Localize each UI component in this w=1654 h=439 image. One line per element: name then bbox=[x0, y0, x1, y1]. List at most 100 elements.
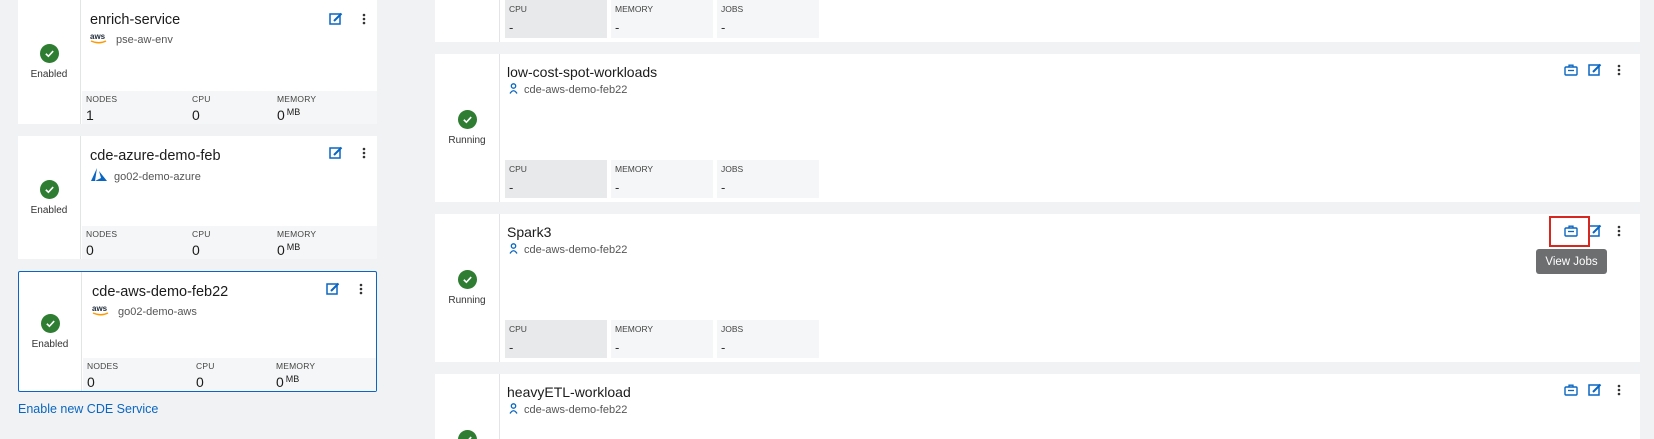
metric-label: MEMORY bbox=[276, 361, 316, 371]
metric-label: MEMORY bbox=[615, 4, 654, 14]
metric-value: - bbox=[721, 20, 726, 35]
environment-name: go02-demo-azure bbox=[114, 170, 201, 183]
metric-value: 1 bbox=[86, 107, 94, 123]
service-environment: aws pse-aw-env bbox=[90, 32, 173, 47]
metric-memory: MEMORY 0 MB bbox=[272, 358, 372, 391]
status-label: Enabled bbox=[31, 338, 69, 350]
svg-text:aws: aws bbox=[92, 304, 108, 313]
more-options-icon[interactable] bbox=[356, 145, 372, 161]
service-name: cde-aws-demo-feb22 bbox=[524, 404, 628, 416]
environment-name: go02-demo-aws bbox=[118, 305, 197, 318]
edit-icon[interactable] bbox=[328, 11, 344, 27]
virtual-cluster-card-heavyetl-workload[interactable]: heavyETL-workload cde-aws-demo-feb22 bbox=[435, 374, 1640, 439]
more-options-icon[interactable] bbox=[1611, 223, 1627, 239]
aws-icon: aws bbox=[92, 304, 112, 319]
check-circle-icon bbox=[39, 179, 59, 199]
virtual-cluster-card-spark3[interactable]: Running Spark3 cde-aws-demo-feb22 CPU - … bbox=[435, 214, 1640, 362]
service-card-cde-azure-demo-feb[interactable]: Enabled cde-azure-demo-feb go02-demo-azu… bbox=[18, 136, 377, 259]
azure-icon bbox=[90, 168, 108, 185]
metric-nodes: NODES 1 bbox=[82, 91, 188, 124]
metric-cpu: CPU - bbox=[505, 320, 607, 358]
more-options-icon[interactable] bbox=[353, 281, 369, 297]
service-card-enrich-service[interactable]: Enabled enrich-service aws pse-aw-env NO… bbox=[18, 0, 377, 124]
memory-unit: MB bbox=[285, 374, 300, 384]
metric-label: JOBS bbox=[721, 164, 744, 174]
metric-value: 0 MB bbox=[276, 374, 299, 390]
metric-value: 0 MB bbox=[277, 107, 300, 123]
metric-cpu: CPU 0 bbox=[188, 91, 273, 124]
metric-value: 0 bbox=[86, 242, 94, 258]
metric-memory: MEMORY 0 MB bbox=[273, 226, 373, 259]
metric-value: - bbox=[509, 180, 514, 195]
edit-icon[interactable] bbox=[328, 145, 344, 161]
vc-status: Running bbox=[435, 54, 500, 202]
virtual-cluster-card-low-cost-spot-workloads[interactable]: Running low-cost-spot-workloads cde-aws-… bbox=[435, 54, 1640, 202]
metric-label: MEMORY bbox=[277, 94, 317, 104]
status-label: Running bbox=[448, 135, 486, 146]
memory-value: 0 bbox=[277, 242, 285, 258]
metric-label: NODES bbox=[86, 229, 118, 239]
more-options-icon[interactable] bbox=[1611, 382, 1627, 398]
service-environment: aws go02-demo-aws bbox=[92, 304, 197, 319]
vc-status bbox=[435, 374, 500, 439]
edit-icon[interactable] bbox=[1587, 62, 1603, 78]
metric-value: - bbox=[509, 20, 514, 35]
metric-jobs: JOBS - bbox=[717, 0, 819, 38]
service-name: cde-aws-demo-feb22 bbox=[524, 84, 628, 96]
service-name: cde-aws-demo-feb22 bbox=[524, 244, 628, 256]
view-jobs-highlight bbox=[1549, 216, 1590, 247]
enable-new-cde-service-link[interactable]: Enable new CDE Service bbox=[18, 402, 158, 416]
service-status: Enabled bbox=[18, 0, 81, 124]
memory-value: 0 bbox=[276, 374, 284, 390]
memory-unit: MB bbox=[286, 107, 301, 117]
metric-nodes: NODES 0 bbox=[83, 358, 192, 391]
service-card-cde-aws-demo-feb22[interactable]: Enabled cde-aws-demo-feb22 aws go02-demo… bbox=[18, 271, 377, 392]
metric-value: - bbox=[615, 340, 620, 355]
environment-name: pse-aw-env bbox=[116, 33, 173, 46]
service-status: Enabled bbox=[18, 136, 81, 259]
metric-label: NODES bbox=[86, 94, 118, 104]
more-options-icon[interactable] bbox=[1611, 62, 1627, 78]
metric-value: 0 bbox=[192, 107, 200, 123]
status-label: Enabled bbox=[30, 69, 68, 80]
metric-value: 0 bbox=[196, 374, 204, 390]
edit-icon[interactable] bbox=[1587, 382, 1603, 398]
edit-icon[interactable] bbox=[325, 281, 341, 297]
metric-value: - bbox=[615, 180, 620, 195]
metric-label: CPU bbox=[509, 324, 527, 334]
vc-name: Spark3 bbox=[507, 224, 552, 240]
metric-value: 0 bbox=[87, 374, 95, 390]
metric-value: 0 MB bbox=[277, 242, 300, 258]
metric-label: CPU bbox=[509, 164, 527, 174]
more-options-icon[interactable] bbox=[356, 11, 372, 27]
metric-label: JOBS bbox=[721, 4, 744, 14]
service-name: cde-azure-demo-feb bbox=[90, 148, 221, 164]
metric-nodes: NODES 0 bbox=[82, 226, 188, 259]
vc-status bbox=[435, 0, 500, 42]
svg-text:aws: aws bbox=[90, 32, 106, 41]
metric-label: CPU bbox=[192, 94, 211, 104]
virtual-cluster-card[interactable]: CPU - MEMORY - JOBS - bbox=[435, 0, 1640, 42]
metric-label: NODES bbox=[87, 361, 119, 371]
metric-label: JOBS bbox=[721, 324, 744, 334]
cluster-icon bbox=[509, 243, 518, 257]
service-metrics: NODES 1 CPU 0 MEMORY 0 MB bbox=[82, 91, 377, 124]
cluster-icon bbox=[509, 83, 518, 97]
service-name: enrich-service bbox=[90, 12, 181, 28]
metric-jobs: JOBS - bbox=[717, 320, 819, 358]
vc-metrics: CPU - MEMORY - JOBS - bbox=[505, 160, 819, 198]
cluster-icon bbox=[509, 403, 518, 417]
service-name: cde-aws-demo-feb22 bbox=[92, 284, 229, 300]
metric-label: MEMORY bbox=[615, 324, 654, 334]
vc-name: low-cost-spot-workloads bbox=[507, 64, 658, 80]
metric-value: 0 bbox=[192, 242, 200, 258]
metric-value: - bbox=[721, 340, 726, 355]
memory-value: 0 bbox=[277, 107, 285, 123]
status-label: Enabled bbox=[30, 204, 68, 216]
metric-memory: MEMORY - bbox=[611, 320, 713, 358]
vc-metrics: CPU - MEMORY - JOBS - bbox=[505, 0, 819, 38]
metric-label: MEMORY bbox=[277, 229, 317, 239]
metric-cpu: CPU 0 bbox=[192, 358, 272, 391]
view-jobs-icon[interactable] bbox=[1563, 62, 1579, 78]
view-jobs-icon[interactable] bbox=[1563, 382, 1579, 398]
